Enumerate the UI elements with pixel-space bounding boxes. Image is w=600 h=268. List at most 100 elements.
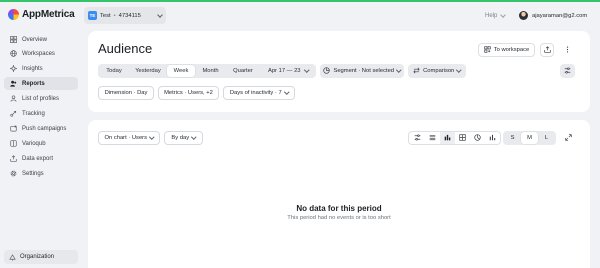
sidebar-item-label: Push campaigns bbox=[22, 125, 67, 132]
filters-tool-button[interactable] bbox=[410, 132, 425, 144]
empty-state-title: No data for this period bbox=[296, 204, 382, 213]
sidebar-item-label: Tracking bbox=[22, 110, 45, 117]
sidebar-item-insights[interactable]: Insights bbox=[4, 62, 78, 75]
size-small[interactable]: S bbox=[504, 132, 521, 144]
sidebar-item-label: List of profiles bbox=[22, 95, 60, 102]
appmetrica-logo-icon bbox=[8, 9, 19, 20]
granularity-selector[interactable]: By day bbox=[164, 131, 203, 145]
help-label: Help bbox=[485, 13, 498, 19]
on-chart-label: On chart · Users bbox=[104, 135, 148, 141]
chevron-down-icon bbox=[500, 12, 507, 18]
column-chart-icon bbox=[489, 134, 496, 143]
top-accent-stripe bbox=[0, 0, 600, 2]
date-range-label: Apr 17 — 23 bbox=[267, 68, 301, 74]
dimension-filter[interactable]: Dimension · Day bbox=[98, 86, 154, 100]
varioqub-icon bbox=[10, 140, 17, 147]
sidebar-item-list-of-profiles[interactable]: List of profiles bbox=[4, 92, 78, 105]
chart-type-toolbar bbox=[408, 131, 501, 145]
tracking-icon bbox=[10, 110, 17, 117]
organization-button[interactable]: Organization bbox=[4, 250, 78, 264]
organization-icon bbox=[9, 253, 16, 261]
period-week[interactable]: Week bbox=[167, 65, 195, 77]
sidebar-item-label: Reports bbox=[22, 80, 45, 87]
sidebar-item-label: Workspaces bbox=[22, 50, 55, 57]
metrics-filter[interactable]: Metrics · Users, +2 bbox=[158, 86, 219, 100]
page-title: Audience bbox=[98, 41, 153, 56]
comparison-icon bbox=[413, 67, 420, 76]
comparison-selector[interactable]: Comparison bbox=[408, 64, 466, 78]
chevron-down-icon bbox=[191, 134, 197, 140]
app-badge: TE bbox=[88, 11, 97, 20]
user-menu[interactable]: ajayaraman@g2.com bbox=[519, 11, 587, 20]
period-today[interactable]: Today bbox=[99, 65, 129, 77]
segment-selector[interactable]: Segment · Not selected bbox=[320, 64, 404, 78]
size-large[interactable]: L bbox=[538, 132, 555, 144]
share-icon bbox=[543, 45, 551, 55]
sparkle-icon bbox=[10, 65, 17, 72]
help-menu[interactable]: Help bbox=[485, 12, 507, 19]
sidebar-item-label: Overview bbox=[22, 36, 48, 43]
gear-icon bbox=[10, 170, 17, 177]
profile-list-icon bbox=[10, 95, 17, 102]
app-logo[interactable]: AppMetrica bbox=[8, 9, 75, 20]
metrics-label: Metrics · Users, +2 bbox=[164, 90, 213, 96]
date-range-picker[interactable]: Apr 17 — 23 bbox=[261, 65, 315, 77]
grid-chart-icon bbox=[459, 133, 466, 143]
dimension-label: Dimension · Day bbox=[104, 90, 148, 96]
avatar bbox=[519, 11, 528, 20]
pie-icon bbox=[474, 133, 481, 143]
app-selector[interactable]: TE Test • 4734115 bbox=[84, 7, 166, 24]
app-selector-name: Test bbox=[100, 12, 111, 19]
bar-chart-tool-button[interactable] bbox=[440, 132, 455, 144]
user-email: ajayaraman@g2.com bbox=[532, 12, 588, 19]
chevron-down-icon bbox=[396, 67, 402, 73]
sidebar-item-data-export[interactable]: Data export bbox=[4, 152, 78, 165]
expand-icon bbox=[564, 133, 572, 143]
sliders-icon bbox=[564, 67, 571, 76]
period-yesterday[interactable]: Yesterday bbox=[130, 65, 166, 77]
more-options-button[interactable] bbox=[560, 43, 574, 57]
grid-icon bbox=[10, 36, 17, 43]
chevron-down-icon bbox=[456, 67, 462, 73]
period-quarter[interactable]: Quarter bbox=[226, 65, 260, 77]
chevron-down-icon bbox=[303, 67, 309, 73]
more-vertical-icon bbox=[564, 46, 571, 55]
to-workspace-button[interactable]: To workspace bbox=[478, 43, 535, 57]
column-chart-tool-button[interactable] bbox=[485, 132, 500, 144]
filters-icon bbox=[414, 134, 421, 143]
chart-size-selector: S M L bbox=[503, 131, 556, 145]
period-selector: Today Yesterday Week Month Quarter Apr 1… bbox=[98, 64, 316, 78]
size-medium[interactable]: M bbox=[521, 132, 538, 144]
bar-chart-icon bbox=[444, 134, 451, 143]
workspace-icon bbox=[484, 45, 491, 55]
sidebar-item-push-campaigns[interactable]: Push campaigns bbox=[4, 122, 78, 135]
sidebar-item-settings[interactable]: Settings bbox=[4, 167, 78, 180]
sidebar: Overview Workspaces Insights Reports Lis… bbox=[0, 30, 80, 268]
sidebar-item-reports[interactable]: Reports bbox=[4, 77, 78, 90]
sidebar-item-workspaces[interactable]: Workspaces bbox=[4, 47, 78, 60]
sidebar-item-tracking[interactable]: Tracking bbox=[4, 107, 78, 120]
on-chart-selector[interactable]: On chart · Users bbox=[98, 131, 160, 145]
app-logo-text: AppMetrica bbox=[22, 9, 75, 20]
segment-icon bbox=[323, 66, 331, 76]
table-tool-button[interactable] bbox=[425, 132, 440, 144]
grid-chart-tool-button[interactable] bbox=[455, 132, 470, 144]
inactivity-label: Days of inactivity · 7 bbox=[229, 90, 282, 96]
share-button[interactable] bbox=[540, 43, 554, 57]
report-settings-button[interactable] bbox=[560, 64, 575, 78]
sidebar-item-varioqub[interactable]: Varioqub bbox=[4, 137, 78, 150]
period-month[interactable]: Month bbox=[196, 65, 225, 77]
fullscreen-button[interactable] bbox=[561, 131, 575, 145]
chevron-down-icon bbox=[157, 11, 163, 18]
export-icon bbox=[10, 155, 17, 162]
people-icon bbox=[10, 80, 17, 87]
chevron-down-icon bbox=[149, 134, 155, 140]
app-selector-id: 4734115 bbox=[118, 12, 141, 19]
empty-state-subtitle: This period had no events or is too shor… bbox=[287, 215, 391, 221]
organization-label: Organization bbox=[20, 254, 55, 260]
by-day-label: By day bbox=[171, 135, 190, 141]
inactivity-filter[interactable]: Days of inactivity · 7 bbox=[223, 86, 295, 100]
push-icon bbox=[10, 125, 17, 132]
sidebar-item-overview[interactable]: Overview bbox=[4, 33, 78, 46]
pie-tool-button[interactable] bbox=[470, 132, 485, 144]
